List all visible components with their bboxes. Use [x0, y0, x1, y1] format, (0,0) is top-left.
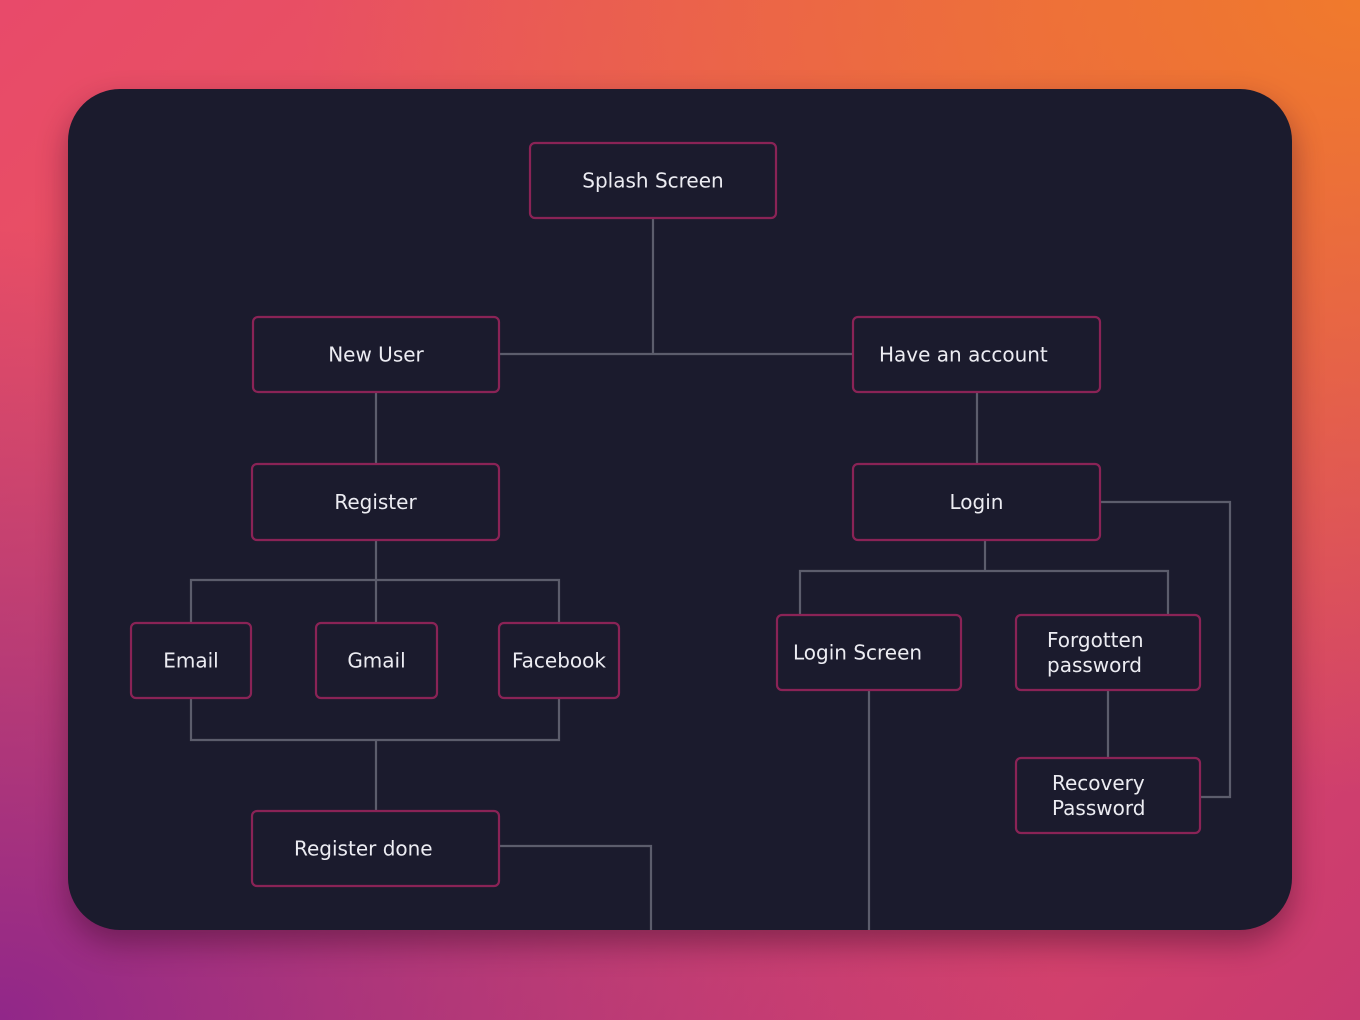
node-splash[interactable]: Splash Screen [528, 141, 778, 220]
node-label: Recovery [1052, 771, 1145, 795]
node-new-user[interactable]: New User [251, 315, 501, 394]
connector-line [798, 569, 1170, 615]
node-label: Email [163, 649, 219, 673]
node-label: Forgotten [1047, 628, 1144, 652]
node-login-screen[interactable]: Login Screen [775, 613, 963, 692]
node-register[interactable]: Register [250, 462, 501, 542]
node-label: Password [1052, 796, 1145, 820]
node-label: New User [328, 343, 424, 367]
node-recovery-password[interactable]: RecoveryPassword [1014, 756, 1202, 835]
node-login[interactable]: Login [851, 462, 1102, 542]
node-label: Login Screen [793, 641, 922, 665]
node-label: Facebook [512, 649, 606, 673]
node-forgotten-password[interactable]: Forgottenpassword [1014, 613, 1202, 692]
flow-diagram: Splash Screen New User Have an account Regi… [129, 141, 1232, 930]
node-label: Login [950, 490, 1004, 514]
nodes: Splash Screen New User Have an account Regi… [129, 141, 1202, 888]
node-label: Register done [294, 837, 433, 861]
connector-line [499, 844, 653, 930]
node-label: password [1047, 653, 1142, 677]
node-label: Splash Screen [582, 169, 723, 193]
node-facebook[interactable]: Facebook [497, 621, 621, 700]
node-label: Have an account [879, 343, 1048, 367]
node-register-done[interactable]: Register done [250, 809, 501, 888]
node-label: Gmail [347, 649, 405, 673]
diagram-card: Splash Screen New User Have an account Regi… [68, 89, 1292, 930]
node-gmail[interactable]: Gmail [314, 621, 439, 700]
connector-line [189, 698, 561, 742]
node-have-account[interactable]: Have an account [851, 315, 1102, 394]
node-email[interactable]: Email [129, 621, 253, 700]
node-label: Register [334, 490, 417, 514]
